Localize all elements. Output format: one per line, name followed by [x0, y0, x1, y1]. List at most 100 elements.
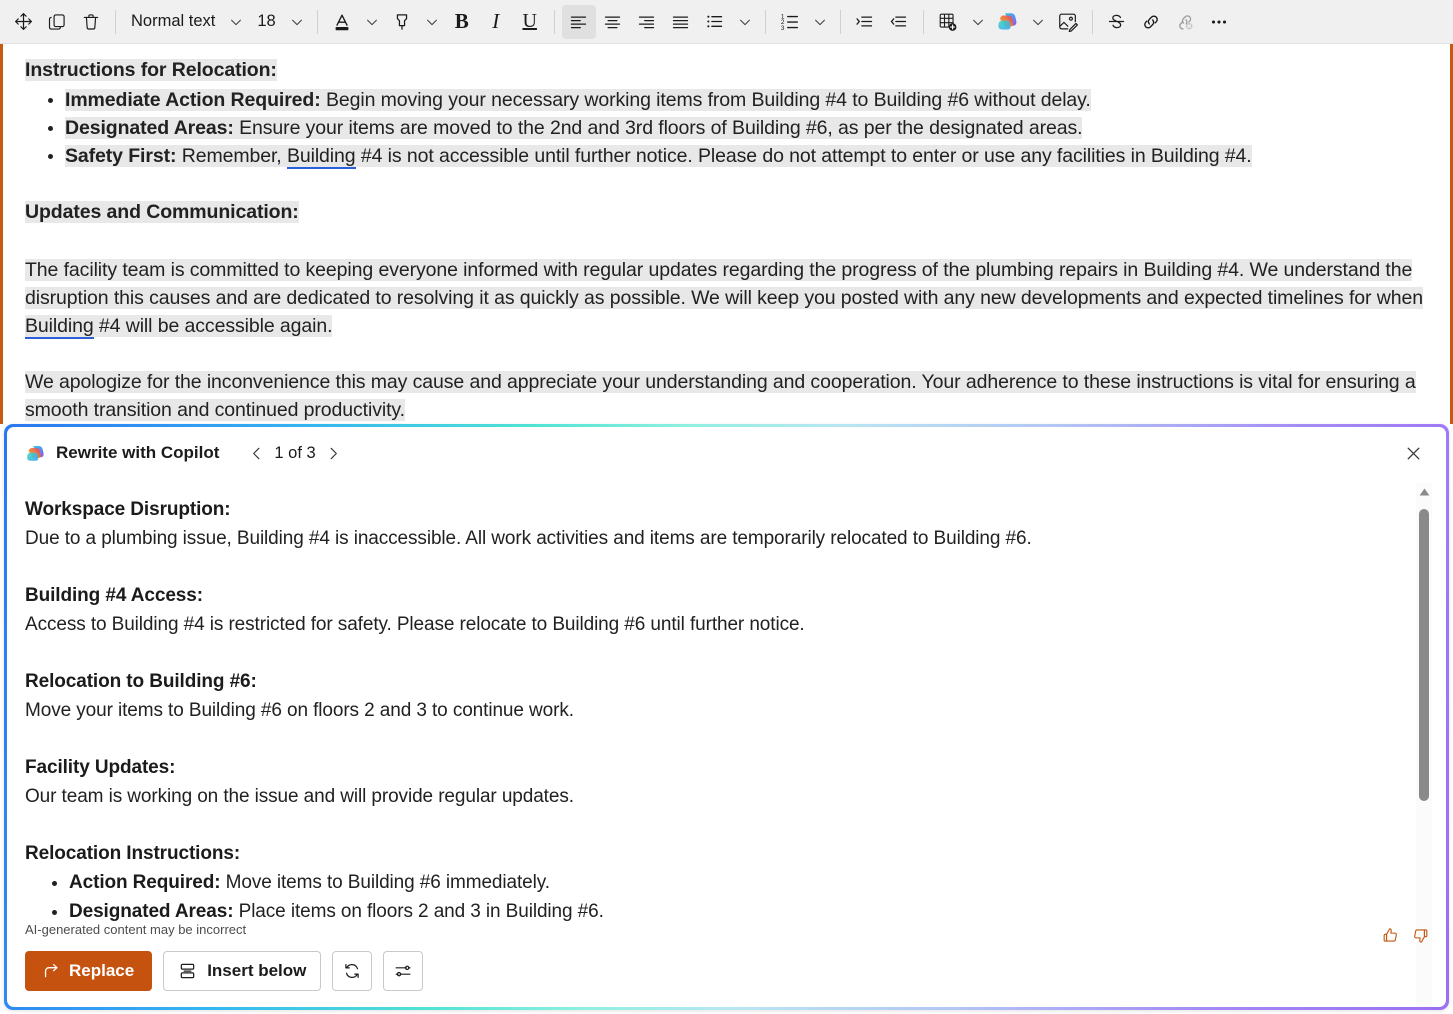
underline-button[interactable]: U [513, 5, 547, 39]
copy-icon[interactable] [40, 5, 74, 39]
chevron-down-icon[interactable] [1025, 5, 1051, 39]
doc-bullet-lead: Safety First: [65, 145, 177, 167]
suggestion-heading: Building #4 Access: [25, 585, 203, 606]
scrollbar-thumb[interactable] [1419, 509, 1429, 801]
doc-heading-2-text: Updates and Communication: [25, 201, 299, 223]
strikethrough-button[interactable] [1100, 5, 1134, 39]
suggestion-block: Building #4 Access: Access to Building #… [25, 581, 1385, 639]
doc-bullet-item: Designated Areas: Ensure your items are … [65, 114, 1428, 142]
doc-paragraph-1-text-end: #4 will be accessible again. [93, 315, 333, 337]
doc-bullet-lead: Immediate Action Required: [65, 89, 321, 111]
insert-table-button[interactable] [931, 5, 965, 39]
toolbar-divider [316, 9, 318, 34]
svg-text:3: 3 [781, 24, 785, 31]
insert-image-button[interactable] [1051, 5, 1085, 39]
suggestion-body: Move your items to Building #6 on floors… [25, 700, 574, 721]
suggestion-bullet-item: Action Required: Move items to Building … [69, 868, 1385, 897]
regenerate-button[interactable] [332, 951, 373, 991]
doc-bullet-list: Immediate Action Required: Begin moving … [25, 86, 1428, 170]
suggestion-body: Our team is working on the issue and wil… [25, 786, 574, 807]
formatting-toolbar: Normal text 18 B I U 1 2 3 [0, 0, 1453, 44]
highlight-color-icon[interactable] [385, 5, 419, 39]
suggestion-list-block: Relocation Instructions: Action Required… [25, 839, 1385, 926]
italic-button[interactable]: I [479, 5, 513, 39]
align-justify-button[interactable] [664, 5, 698, 39]
numbered-list-button[interactable]: 1 2 3 [773, 5, 807, 39]
chevron-down-icon[interactable] [965, 5, 991, 39]
settings-sliders-icon [393, 961, 413, 981]
doc-bullet-text: #4 is not accessible until further notic… [355, 145, 1252, 167]
bold-label: B [454, 9, 469, 33]
spellcheck-word[interactable]: Building [25, 315, 94, 339]
regenerate-icon [342, 961, 362, 981]
decrease-indent-button[interactable] [882, 5, 916, 39]
suggestion-heading: Facility Updates: [25, 757, 176, 778]
suggestion-bullet-lead: Action Required: [69, 872, 221, 893]
copilot-action-bar: Replace Insert below [25, 951, 424, 991]
increase-indent-button[interactable] [848, 5, 882, 39]
insert-below-button[interactable]: Insert below [163, 951, 322, 991]
copilot-panel-header: Rewrite with Copilot 1 of 3 [7, 427, 1446, 479]
doc-paragraph-2: We apologize for the inconvenience this … [25, 368, 1428, 424]
align-center-button[interactable] [596, 5, 630, 39]
font-color-icon[interactable] [325, 5, 359, 39]
chevron-down-icon[interactable] [419, 5, 445, 39]
ai-disclaimer: AI-generated content may be incorrect [25, 922, 247, 937]
doc-paragraph-1-text: The facility team is committed to keepin… [25, 259, 1423, 309]
toolbar-divider [1091, 9, 1093, 34]
copilot-button[interactable] [991, 5, 1025, 39]
chevron-down-icon[interactable] [732, 5, 758, 39]
replace-icon [43, 963, 60, 980]
feedback-controls [1381, 926, 1430, 945]
suggestion-heading: Workspace Disruption: [25, 499, 231, 520]
suggestion-block: Facility Updates: Our team is working on… [25, 753, 1385, 811]
move-handle-icon[interactable] [6, 5, 40, 39]
doc-bullet-text: Remember, [176, 145, 287, 167]
more-options-button[interactable] [1202, 5, 1236, 39]
thumbs-up-icon[interactable] [1381, 926, 1400, 945]
font-size-dropdown-value[interactable]: 18 [249, 5, 283, 39]
insert-below-icon [178, 962, 197, 981]
doc-bullet-lead: Designated Areas: [65, 117, 234, 139]
insert-below-label: Insert below [207, 961, 307, 980]
insert-link-button[interactable] [1134, 5, 1168, 39]
text-style-dropdown-value[interactable]: Normal text [123, 5, 223, 39]
document-canvas[interactable]: Instructions for Relocation: Immediate A… [0, 44, 1453, 424]
underline-label: U [522, 10, 537, 32]
align-left-button[interactable] [561, 4, 596, 39]
delete-icon[interactable] [74, 5, 108, 39]
previous-suggestion-button[interactable] [241, 438, 271, 468]
rewrite-with-copilot-panel: Rewrite with Copilot 1 of 3 Workspace Di… [4, 424, 1449, 1010]
doc-heading-1: Instructions for Relocation: [25, 56, 1428, 84]
next-suggestion-button[interactable] [319, 438, 349, 468]
bulleted-list-button[interactable] [698, 5, 732, 39]
doc-bullet-item: Safety First: Remember, Building #4 is n… [65, 142, 1428, 170]
toolbar-divider [839, 9, 841, 34]
chevron-down-icon[interactable] [359, 5, 385, 39]
suggestion-bullet-lead: Designated Areas: [69, 901, 234, 922]
chevron-down-icon[interactable] [223, 5, 249, 39]
copilot-panel-title: Rewrite with Copilot [56, 443, 220, 462]
replace-button[interactable]: Replace [25, 951, 153, 991]
chevron-down-icon[interactable] [284, 5, 310, 39]
chevron-down-icon[interactable] [807, 5, 833, 39]
suggestion-body: Due to a plumbing issue, Building #4 is … [25, 528, 1032, 549]
doc-spacer [25, 228, 1428, 256]
suggestion-counter: 1 of 3 [274, 443, 316, 462]
bold-button[interactable]: B [445, 5, 479, 39]
scroll-up-arrow-icon[interactable] [1416, 483, 1432, 501]
copilot-icon [25, 443, 46, 464]
close-button[interactable] [1398, 438, 1428, 468]
italic-label: I [492, 9, 500, 33]
align-right-button[interactable] [630, 5, 664, 39]
suggestion-bullet-list: Action Required: Move items to Building … [25, 868, 1385, 926]
suggestion-bullet-text: Move items to Building #6 immediately. [220, 872, 550, 893]
thumbs-down-icon[interactable] [1411, 926, 1430, 945]
suggestion-bullet-text: Place items on floors 2 and 3 in Buildin… [233, 901, 604, 922]
adjust-settings-button[interactable] [383, 951, 424, 991]
remove-link-button [1168, 5, 1202, 39]
spellcheck-word[interactable]: Building [286, 145, 356, 169]
toolbar-divider [115, 9, 116, 34]
doc-bullet-text: Begin moving your necessary working item… [320, 89, 1091, 111]
doc-bullet-text: Ensure your items are moved to the 2nd a… [233, 117, 1083, 139]
